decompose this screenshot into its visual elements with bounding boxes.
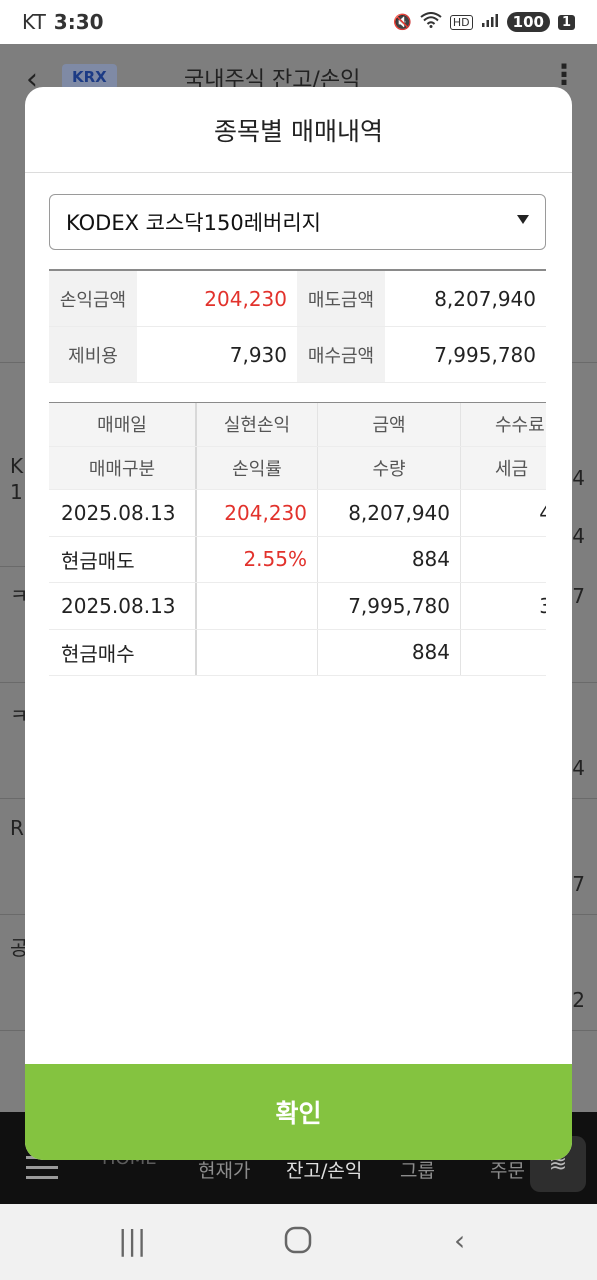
- divider: [572, 798, 597, 799]
- recent-apps-icon[interactable]: |||: [118, 1224, 146, 1257]
- column-header: 수수료: [495, 415, 545, 437]
- divider: [0, 1030, 25, 1031]
- sim-indicator: 1: [557, 14, 575, 30]
- system-navigation-bar: ||| ‹: [0, 1204, 597, 1280]
- nav-group[interactable]: 그룹: [400, 1156, 435, 1183]
- column-header: 실현손익: [197, 403, 318, 446]
- bg-list-edge-value: 2: [572, 988, 585, 1012]
- bg-list-edge-text: ㅋ: [10, 584, 29, 608]
- bg-list-edge-value: 7: [572, 872, 585, 896]
- divider: [0, 798, 25, 799]
- bg-list-edge-value: 4: [572, 466, 585, 490]
- home-icon[interactable]: [284, 1226, 312, 1261]
- divider: [0, 362, 25, 363]
- realized-pnl: [197, 583, 318, 629]
- nav-current-price[interactable]: 현재가: [198, 1156, 250, 1183]
- table-row[interactable]: 2025.08.13 7,995,780 3,9: [49, 583, 546, 630]
- clock: 3:30: [53, 10, 104, 34]
- nav-order[interactable]: 주문: [490, 1156, 525, 1183]
- dialog-title: 종목별 매매내역: [25, 87, 572, 173]
- pnl-rate: [197, 629, 318, 675]
- realized-pnl: 204,230: [197, 490, 318, 536]
- bg-list-edge-text: 1: [10, 480, 23, 504]
- divider: [0, 682, 25, 683]
- divider: [572, 914, 597, 915]
- divider: [0, 914, 25, 915]
- column-header: 세금: [495, 458, 529, 480]
- column-header: 매매구분: [49, 446, 197, 489]
- carrier-name: KT: [22, 10, 46, 34]
- mute-icon: 🔇: [393, 13, 412, 31]
- divider: [572, 1030, 597, 1031]
- trade-date: 2025.08.13: [49, 490, 197, 536]
- trade-history-table[interactable]: 매매일 실현손익 금액 수수료 매매구분 손익률 수량 세금 2025.08.1…: [49, 402, 546, 676]
- battery-level: 100: [506, 12, 550, 32]
- confirm-button[interactable]: 확인: [25, 1064, 572, 1160]
- divider: [572, 362, 597, 363]
- signal-icon: [481, 12, 499, 32]
- summary-row: 제비용 7,930 매수금액 7,995,780: [49, 327, 546, 383]
- divider: [572, 682, 597, 683]
- table-row[interactable]: 현금매도 2.55% 884: [49, 536, 546, 583]
- system-back-icon[interactable]: ‹: [454, 1224, 465, 1257]
- column-header: 손익률: [197, 446, 318, 489]
- tax: [461, 537, 546, 583]
- bg-list-edge-value: 4: [572, 524, 585, 548]
- summary-label: 매도금액: [297, 271, 385, 326]
- column-header: 매매일: [49, 403, 197, 446]
- trade-history-dialog: 종목별 매매내역 KODEX 코스닥150레버리지 손익금액 204,230 매…: [25, 87, 572, 1160]
- summary-row: 손익금액 204,230 매도금액 8,207,940: [49, 271, 546, 327]
- summary-value: 7,995,780: [434, 342, 536, 367]
- column-header: 수량: [318, 446, 461, 489]
- table-row[interactable]: 현금매수 884: [49, 629, 546, 676]
- commission: 4,0: [461, 490, 546, 536]
- bg-list-edge-text: 공: [10, 936, 29, 960]
- column-header: 금액: [318, 403, 461, 446]
- trade-date: 2025.08.13: [49, 583, 197, 629]
- trade-quantity: 884: [318, 629, 461, 675]
- hamburger-menu-icon[interactable]: [26, 1156, 58, 1186]
- bg-list-edge-value: 4: [572, 756, 585, 780]
- pnl-rate: 2.55%: [197, 536, 318, 582]
- bg-list-edge-text: K: [10, 454, 24, 478]
- summary-value: 8,207,940: [434, 286, 536, 311]
- table-row[interactable]: 2025.08.13 204,230 8,207,940 4,0: [49, 490, 546, 537]
- hd-icon: HD: [449, 14, 473, 30]
- table-header-row: 매매일 실현손익 금액 수수료: [49, 403, 546, 447]
- dropdown-caret-icon: [517, 215, 529, 224]
- trade-type: 현금매수: [49, 629, 197, 675]
- trade-type: 현금매도: [49, 536, 197, 582]
- summary-label: 손익금액: [49, 271, 137, 326]
- summary-value: 204,230: [204, 286, 287, 311]
- pnl-summary: 손익금액 204,230 매도금액 8,207,940 제비용 7,930 매수…: [49, 269, 546, 383]
- bg-list-edge-text: R: [10, 816, 24, 840]
- bg-list-edge-value: 7: [572, 584, 585, 608]
- stock-select[interactable]: KODEX 코스닥150레버리지: [49, 194, 546, 250]
- tax: [461, 630, 546, 676]
- summary-label: 제비용: [49, 327, 137, 382]
- stock-select-value: KODEX 코스닥150레버리지: [66, 211, 321, 235]
- summary-value: 7,930: [229, 342, 287, 367]
- commission: 3,9: [461, 583, 546, 629]
- divider: [0, 566, 25, 567]
- trade-quantity: 884: [318, 536, 461, 582]
- wifi-icon: [420, 12, 442, 32]
- table-header-row: 매매구분 손익률 수량 세금: [49, 446, 546, 490]
- summary-label: 매수금액: [297, 327, 385, 382]
- nav-balance-pnl[interactable]: 잔고/손익: [286, 1156, 362, 1183]
- trade-amount: 8,207,940: [318, 490, 461, 536]
- status-bar: KT 3:30 🔇 HD 100 1: [0, 0, 597, 44]
- status-icons: 🔇 HD 100 1: [393, 12, 575, 32]
- bg-list-edge-text: ㅋ: [10, 704, 29, 728]
- trade-amount: 7,995,780: [318, 583, 461, 629]
